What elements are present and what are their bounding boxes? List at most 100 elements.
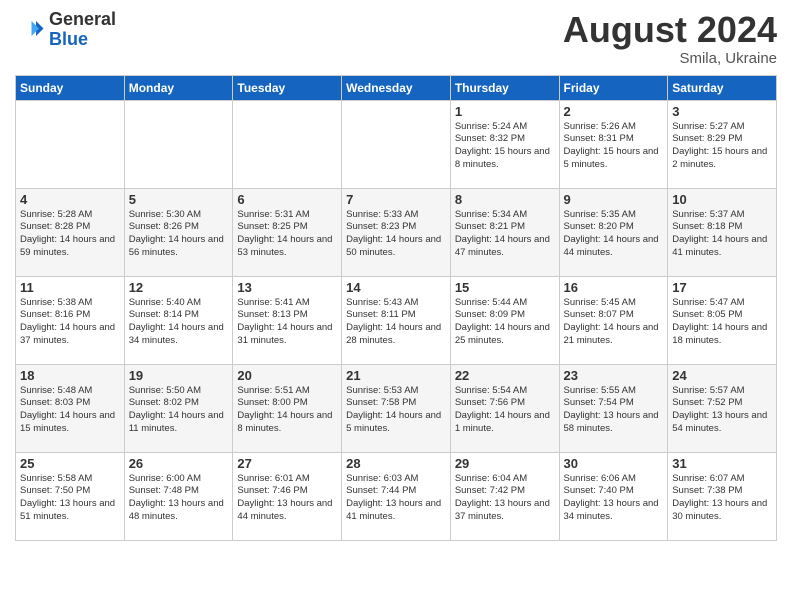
logo-general-text: General: [49, 10, 116, 30]
day-info: Sunrise: 6:07 AM Sunset: 7:38 PM Dayligh…: [672, 473, 772, 524]
header: General Blue August 2024 Smila, Ukraine: [15, 10, 777, 67]
day-number: 25: [20, 456, 120, 471]
day-info: Sunrise: 5:54 AM Sunset: 7:56 PM Dayligh…: [455, 385, 555, 436]
day-info: Sunrise: 5:35 AM Sunset: 8:20 PM Dayligh…: [564, 209, 664, 260]
calendar-cell: 8Sunrise: 5:34 AM Sunset: 8:21 PM Daylig…: [450, 188, 559, 276]
calendar-day-header: Wednesday: [342, 75, 451, 100]
calendar-cell: 16Sunrise: 5:45 AM Sunset: 8:07 PM Dayli…: [559, 276, 668, 364]
day-info: Sunrise: 6:06 AM Sunset: 7:40 PM Dayligh…: [564, 473, 664, 524]
page: General Blue August 2024 Smila, Ukraine …: [0, 0, 792, 612]
day-info: Sunrise: 5:40 AM Sunset: 8:14 PM Dayligh…: [129, 297, 229, 348]
calendar-cell: 15 Sunrise: 5:44 AM Sunset: 8:09 PM Dayli…: [450, 276, 559, 364]
calendar-cell: [124, 100, 233, 188]
day-number: 24: [672, 368, 772, 383]
calendar-cell: [342, 100, 451, 188]
calendar-day-header: Monday: [124, 75, 233, 100]
calendar-cell: 9Sunrise: 5:35 AM Sunset: 8:20 PM Daylig…: [559, 188, 668, 276]
calendar-week-row: 18 Sunrise: 5:48 AM Sunset: 8:03 PM Dayli…: [16, 364, 777, 452]
day-info: Sunrise: 5:33 AM Sunset: 8:23 PM Dayligh…: [346, 209, 446, 260]
logo: General Blue: [15, 10, 116, 50]
day-number: 21: [346, 368, 446, 383]
day-number: 31: [672, 456, 772, 471]
day-number: 2: [564, 104, 664, 119]
day-info: Sunrise: 5:38 AM Sunset: 8:16 PM Dayligh…: [20, 297, 120, 348]
day-number: 8: [455, 192, 555, 207]
calendar-cell: 14 Sunrise: 5:43 AM Sunset: 8:11 PM Dayli…: [342, 276, 451, 364]
day-info: Sunrise: 5:37 AM Sunset: 8:18 PM Dayligh…: [672, 209, 772, 260]
day-info: Sunrise: 5:55 AM Sunset: 7:54 PM Dayligh…: [564, 385, 664, 436]
calendar-cell: 4 Sunrise: 5:28 AM Sunset: 8:28 PM Daylig…: [16, 188, 125, 276]
calendar-cell: 3 Sunrise: 5:27 AM Sunset: 8:29 PM Daylig…: [668, 100, 777, 188]
calendar-cell: 25 Sunrise: 5:58 AM Sunset: 7:50 PM Dayli…: [16, 452, 125, 540]
calendar-cell: 21 Sunrise: 5:53 AM Sunset: 7:58 PM Dayli…: [342, 364, 451, 452]
calendar-day-header: Thursday: [450, 75, 559, 100]
calendar-cell: 7 Sunrise: 5:33 AM Sunset: 8:23 PM Daylig…: [342, 188, 451, 276]
day-number: 1: [455, 104, 555, 119]
day-number: 7: [346, 192, 446, 207]
calendar-cell: 2 Sunrise: 5:26 AM Sunset: 8:31 PM Daylig…: [559, 100, 668, 188]
day-number: 4: [20, 192, 120, 207]
title-block: August 2024 Smila, Ukraine: [563, 10, 777, 67]
day-number: 19: [129, 368, 229, 383]
day-info: Sunrise: 5:24 AM Sunset: 8:32 PM Dayligh…: [455, 121, 555, 172]
day-info: Sunrise: 5:51 AM Sunset: 8:00 PM Dayligh…: [237, 385, 337, 436]
day-info: Sunrise: 5:27 AM Sunset: 8:29 PM Dayligh…: [672, 121, 772, 172]
calendar-cell: 31 Sunrise: 6:07 AM Sunset: 7:38 PM Dayli…: [668, 452, 777, 540]
day-number: 6: [237, 192, 337, 207]
calendar-cell: 10 Sunrise: 5:37 AM Sunset: 8:18 PM Dayli…: [668, 188, 777, 276]
calendar-cell: 24Sunrise: 5:57 AM Sunset: 7:52 PM Dayli…: [668, 364, 777, 452]
calendar-day-header: Tuesday: [233, 75, 342, 100]
calendar-cell: 12Sunrise: 5:40 AM Sunset: 8:14 PM Dayli…: [124, 276, 233, 364]
day-info: Sunrise: 6:04 AM Sunset: 7:42 PM Dayligh…: [455, 473, 555, 524]
day-number: 5: [129, 192, 229, 207]
day-number: 28: [346, 456, 446, 471]
day-info: Sunrise: 6:01 AM Sunset: 7:46 PM Dayligh…: [237, 473, 337, 524]
calendar-cell: 5 Sunrise: 5:30 AM Sunset: 8:26 PM Daylig…: [124, 188, 233, 276]
day-number: 13: [237, 280, 337, 295]
day-number: 3: [672, 104, 772, 119]
location: Smila, Ukraine: [563, 50, 777, 67]
day-info: Sunrise: 6:03 AM Sunset: 7:44 PM Dayligh…: [346, 473, 446, 524]
calendar-cell: 28 Sunrise: 6:03 AM Sunset: 7:44 PM Dayli…: [342, 452, 451, 540]
day-number: 18: [20, 368, 120, 383]
calendar-week-row: 25 Sunrise: 5:58 AM Sunset: 7:50 PM Dayli…: [16, 452, 777, 540]
day-number: 16: [564, 280, 664, 295]
day-info: Sunrise: 5:48 AM Sunset: 8:03 PM Dayligh…: [20, 385, 120, 436]
day-info: Sunrise: 5:30 AM Sunset: 8:26 PM Dayligh…: [129, 209, 229, 260]
day-number: 23: [564, 368, 664, 383]
calendar-cell: 19 Sunrise: 5:50 AM Sunset: 8:02 PM Dayli…: [124, 364, 233, 452]
calendar-week-row: 4 Sunrise: 5:28 AM Sunset: 8:28 PM Daylig…: [16, 188, 777, 276]
logo-text: General Blue: [49, 10, 116, 50]
day-number: 26: [129, 456, 229, 471]
calendar-cell: 13Sunrise: 5:41 AM Sunset: 8:13 PM Dayli…: [233, 276, 342, 364]
calendar-cell: 27 Sunrise: 6:01 AM Sunset: 7:46 PM Dayli…: [233, 452, 342, 540]
day-number: 15: [455, 280, 555, 295]
day-number: 27: [237, 456, 337, 471]
day-info: Sunrise: 5:44 AM Sunset: 8:09 PM Dayligh…: [455, 297, 555, 348]
day-info: Sunrise: 5:47 AM Sunset: 8:05 PM Dayligh…: [672, 297, 772, 348]
calendar-cell: [16, 100, 125, 188]
day-number: 30: [564, 456, 664, 471]
calendar-cell: 20Sunrise: 5:51 AM Sunset: 8:00 PM Dayli…: [233, 364, 342, 452]
calendar-cell: 22Sunrise: 5:54 AM Sunset: 7:56 PM Dayli…: [450, 364, 559, 452]
day-number: 14: [346, 280, 446, 295]
calendar-header-row: SundayMondayTuesdayWednesdayThursdayFrid…: [16, 75, 777, 100]
month-year: August 2024: [563, 10, 777, 50]
day-info: Sunrise: 5:43 AM Sunset: 8:11 PM Dayligh…: [346, 297, 446, 348]
day-info: Sunrise: 6:00 AM Sunset: 7:48 PM Dayligh…: [129, 473, 229, 524]
calendar-cell: 26 Sunrise: 6:00 AM Sunset: 7:48 PM Dayli…: [124, 452, 233, 540]
calendar-week-row: 1 Sunrise: 5:24 AM Sunset: 8:32 PM Daylig…: [16, 100, 777, 188]
day-number: 10: [672, 192, 772, 207]
day-info: Sunrise: 5:58 AM Sunset: 7:50 PM Dayligh…: [20, 473, 120, 524]
day-info: Sunrise: 5:53 AM Sunset: 7:58 PM Dayligh…: [346, 385, 446, 436]
logo-blue-text: Blue: [49, 30, 116, 50]
calendar-cell: 30 Sunrise: 6:06 AM Sunset: 7:40 PM Dayli…: [559, 452, 668, 540]
calendar-cell: [233, 100, 342, 188]
day-info: Sunrise: 5:28 AM Sunset: 8:28 PM Dayligh…: [20, 209, 120, 260]
day-info: Sunrise: 5:26 AM Sunset: 8:31 PM Dayligh…: [564, 121, 664, 172]
calendar-cell: 23 Sunrise: 5:55 AM Sunset: 7:54 PM Dayli…: [559, 364, 668, 452]
calendar-cell: 18 Sunrise: 5:48 AM Sunset: 8:03 PM Dayli…: [16, 364, 125, 452]
calendar-day-header: Sunday: [16, 75, 125, 100]
calendar-cell: 11Sunrise: 5:38 AM Sunset: 8:16 PM Dayli…: [16, 276, 125, 364]
day-info: Sunrise: 5:50 AM Sunset: 8:02 PM Dayligh…: [129, 385, 229, 436]
